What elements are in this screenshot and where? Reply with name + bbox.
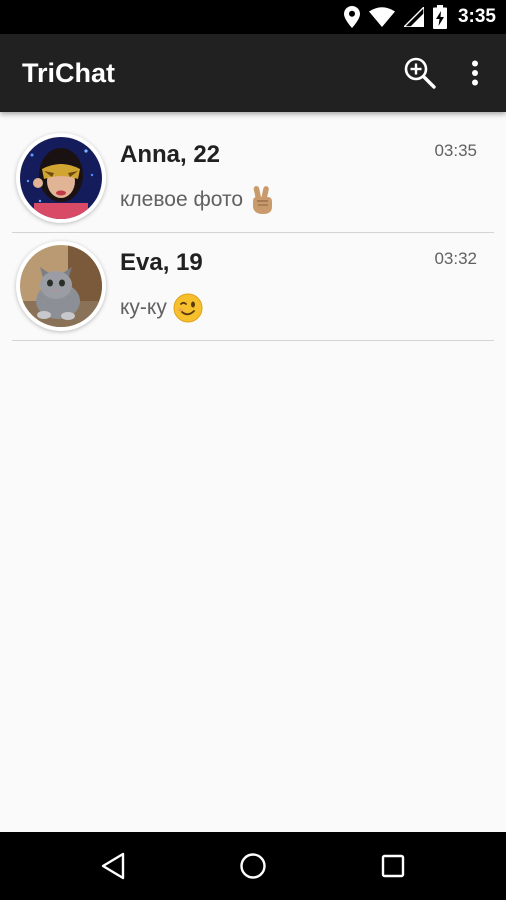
overflow-menu-button[interactable] (460, 49, 490, 97)
victory-hand-emoji-icon (253, 186, 273, 214)
winking-face-emoji-icon (173, 293, 203, 323)
recents-button[interactable] (373, 846, 413, 886)
chat-item-anna[interactable]: Anna, 22 03:35 клевое фото (12, 125, 494, 233)
contact-name: Anna, 22 (120, 141, 221, 168)
back-button[interactable] (93, 846, 133, 886)
home-button[interactable] (233, 846, 273, 886)
contact-name: Eva, 19 (120, 249, 203, 276)
recents-icon (381, 854, 405, 878)
more-vert-icon (472, 60, 478, 86)
status-bar: 3:35 (0, 0, 506, 34)
message-time: 03:35 (434, 141, 477, 160)
battery-charging-icon (432, 5, 447, 29)
message-text: клевое фото (120, 188, 244, 211)
avatar[interactable] (16, 133, 106, 223)
chat-list: Anna, 22 03:35 клевое фото Eva, 19 03:32… (0, 125, 506, 341)
signal-icon (403, 7, 424, 27)
message-time: 03:32 (434, 249, 477, 268)
app-bar: TriChat (0, 34, 506, 112)
chat-item-eva[interactable]: Eva, 19 03:32 ку-ку (12, 233, 494, 341)
wifi-icon (368, 7, 395, 27)
zoom-in-search-icon (404, 57, 436, 89)
status-time: 3:35 (457, 6, 496, 27)
message-text: ку-ку (120, 296, 167, 319)
navigation-bar (0, 832, 506, 900)
avatar-photo-anna (20, 137, 102, 219)
location-icon (343, 6, 360, 28)
zoom-search-button[interactable] (396, 49, 444, 97)
message-preview: ку-ку (120, 293, 203, 323)
back-icon (101, 852, 125, 880)
app-title: TriChat (22, 57, 116, 88)
avatar[interactable] (16, 241, 106, 331)
home-icon (240, 853, 266, 879)
message-preview: клевое фото (120, 185, 275, 215)
avatar-photo-eva (20, 245, 102, 327)
